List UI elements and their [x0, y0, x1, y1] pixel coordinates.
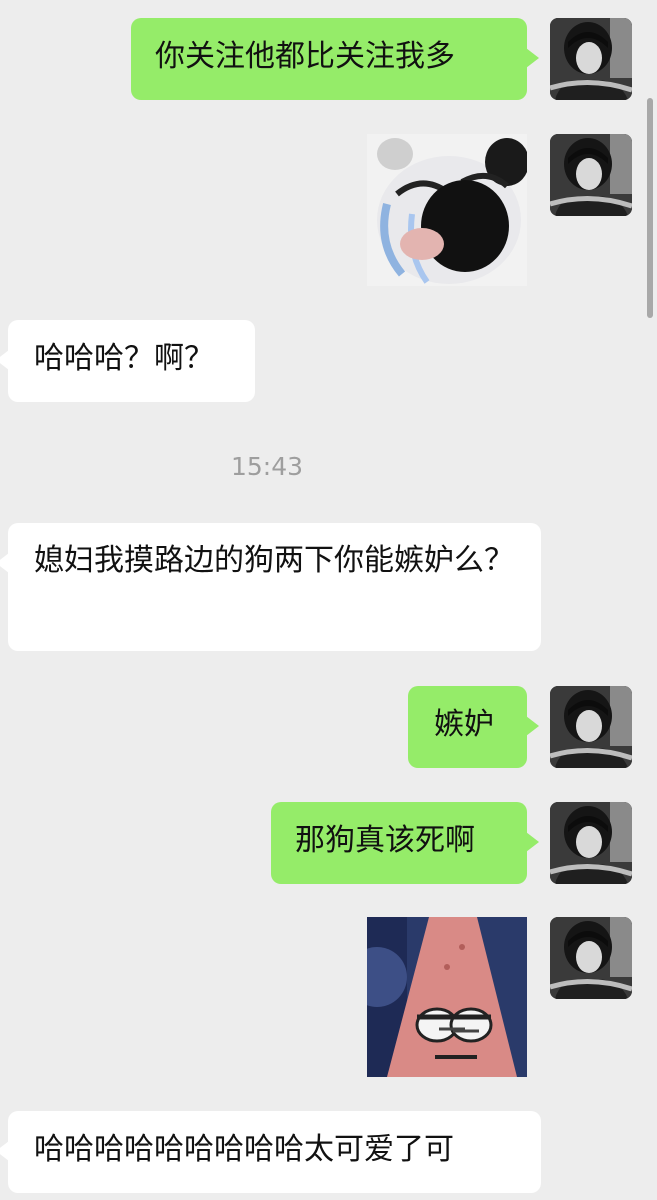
- incoming-message-bubble[interactable]: 哈哈哈？啊？: [0, 320, 255, 402]
- message-text: 嫉妒: [434, 707, 494, 742]
- incoming-message-bubble[interactable]: 媳妇我摸路边的狗两下你能嫉妒么？: [0, 523, 541, 651]
- message-text: 哈哈哈？啊？: [34, 341, 214, 376]
- outgoing-message-bubble[interactable]: 你关注他都比关注我多: [131, 18, 539, 100]
- avatar[interactable]: [550, 686, 632, 768]
- user-avatar-icon: [550, 917, 632, 999]
- avatar[interactable]: [550, 917, 632, 999]
- user-avatar-icon: [550, 686, 632, 768]
- sticker-image[interactable]: [367, 917, 527, 1077]
- outgoing-message-bubble[interactable]: 嫉妒: [408, 686, 539, 768]
- user-avatar-icon: [550, 802, 632, 884]
- scrollbar[interactable]: [647, 98, 653, 318]
- message-text: 哈哈哈哈哈哈哈哈哈太可爱了可: [34, 1132, 454, 1167]
- avatar[interactable]: [550, 802, 632, 884]
- user-avatar-icon: [550, 18, 632, 100]
- message-text: 媳妇我摸路边的狗两下你能嫉妒么？: [34, 543, 514, 578]
- avatar[interactable]: [550, 18, 632, 100]
- user-avatar-icon: [550, 134, 632, 216]
- incoming-message-bubble[interactable]: 哈哈哈哈哈哈哈哈哈太可爱了可: [0, 1111, 541, 1193]
- crying-panda-meme-icon: [367, 134, 527, 286]
- message-text: 你关注他都比关注我多: [155, 39, 455, 74]
- message-text: 那狗真该死啊: [295, 823, 475, 858]
- sticker-image[interactable]: [367, 134, 527, 286]
- outgoing-message-bubble[interactable]: 那狗真该死啊: [271, 802, 539, 884]
- timestamp: 15:43: [230, 452, 304, 481]
- avatar[interactable]: [550, 134, 632, 216]
- patrick-star-meme-icon: [367, 917, 527, 1077]
